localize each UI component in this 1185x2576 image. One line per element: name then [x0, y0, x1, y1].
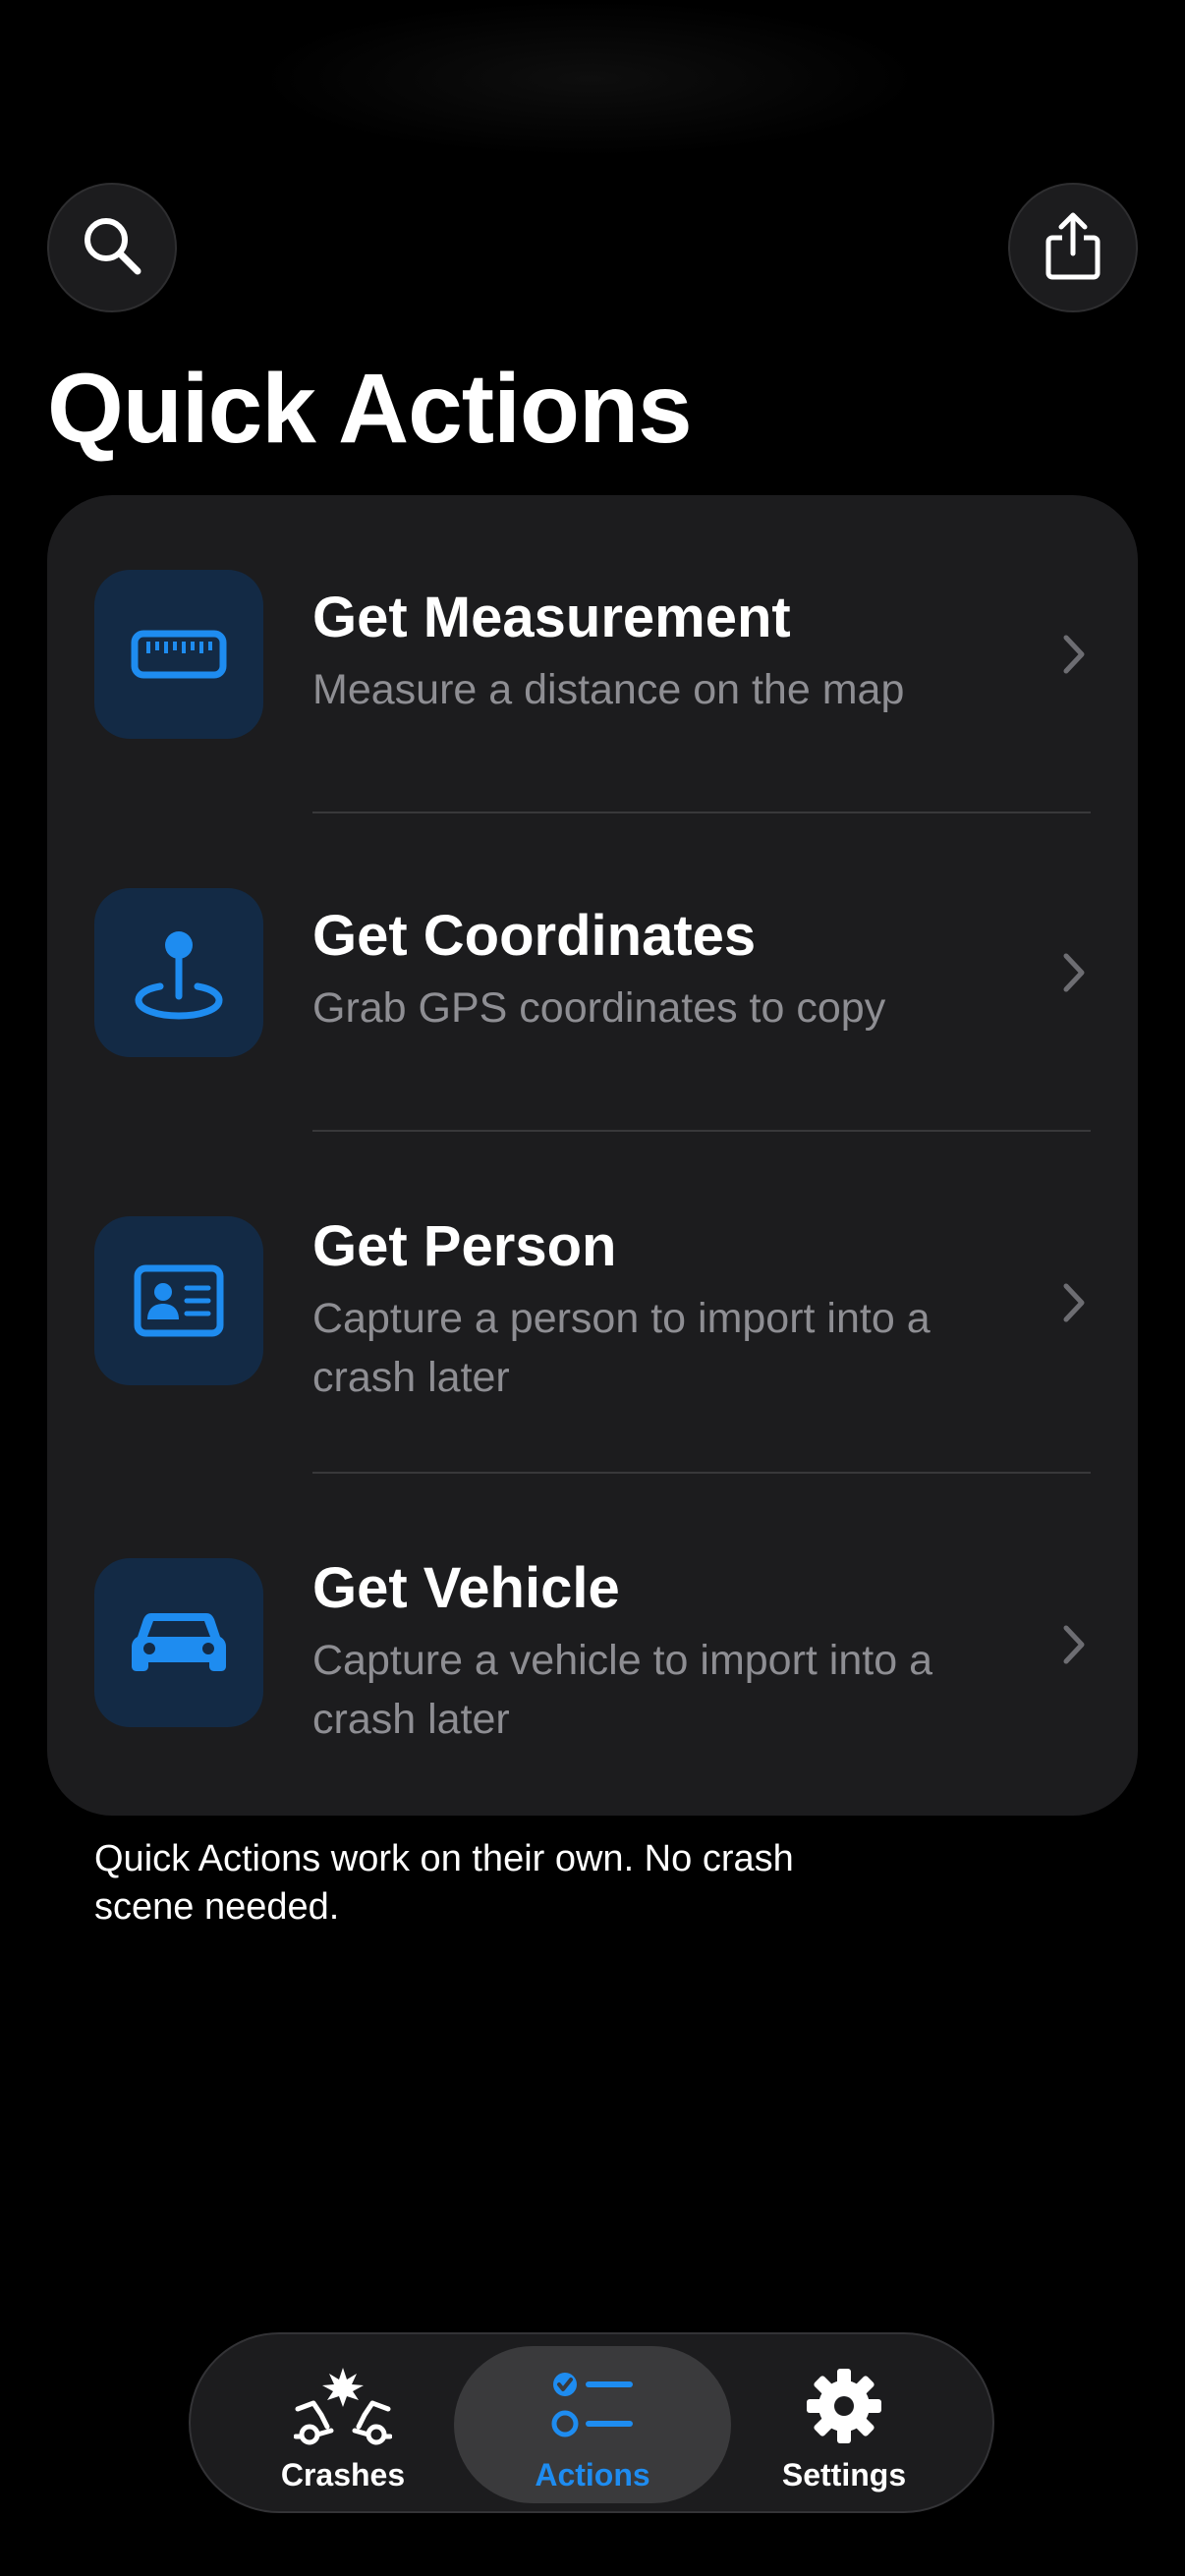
action-subtitle: Capture a vehicle to import into a crash… — [312, 1637, 932, 1743]
share-icon — [1043, 210, 1103, 286]
tab-crashes[interactable]: Crashes — [204, 2346, 481, 2503]
chevron-right-icon — [1061, 633, 1087, 681]
map-pin-icon — [94, 888, 263, 1057]
action-title: Get Coordinates — [312, 904, 757, 968]
action-row-get-vehicle[interactable]: Get Vehicle Capture a vehicle to import … — [47, 1474, 1138, 1814]
gear-icon — [806, 2364, 882, 2448]
car-crash-icon — [294, 2364, 392, 2448]
status-bar-area — [255, 0, 924, 157]
search-icon — [81, 214, 143, 282]
search-button[interactable] — [47, 183, 177, 312]
action-title: Get Person — [312, 1214, 617, 1278]
action-subtitle: Grab GPS coordinates to copy — [312, 984, 886, 1032]
id-card-icon — [94, 1216, 263, 1385]
footnote: Quick Actions work on their own. No cras… — [94, 1838, 794, 1928]
ruler-icon — [94, 570, 263, 739]
checklist-icon — [551, 2364, 634, 2448]
quick-actions-list: Get Measurement Measure a distance on th… — [47, 495, 1138, 1816]
chevron-right-icon — [1061, 1623, 1087, 1671]
tab-label: Crashes — [280, 2457, 406, 2492]
tab-label: Settings — [781, 2457, 907, 2492]
car-icon — [94, 1558, 263, 1727]
chevron-right-icon — [1061, 951, 1087, 999]
action-title: Get Measurement — [312, 586, 791, 649]
action-subtitle: Measure a distance on the map — [312, 666, 905, 713]
action-row-get-person[interactable]: Get Person Capture a person to import in… — [47, 1132, 1138, 1472]
tab-settings[interactable]: Settings — [705, 2346, 983, 2503]
chevron-right-icon — [1061, 1281, 1087, 1329]
share-button[interactable] — [1008, 183, 1138, 312]
action-row-get-measurement[interactable]: Get Measurement Measure a distance on th… — [47, 495, 1138, 812]
action-subtitle: Capture a person to import into a crash … — [312, 1295, 931, 1401]
tab-actions[interactable]: Actions — [454, 2346, 731, 2503]
action-title: Get Vehicle — [312, 1556, 620, 1620]
tab-label: Actions — [535, 2457, 650, 2492]
action-row-get-coordinates[interactable]: Get Coordinates Grab GPS coordinates to … — [47, 813, 1138, 1130]
page-title: Quick Actions — [47, 354, 693, 464]
tab-bar: Crashes Actions Settings — [189, 2332, 994, 2513]
